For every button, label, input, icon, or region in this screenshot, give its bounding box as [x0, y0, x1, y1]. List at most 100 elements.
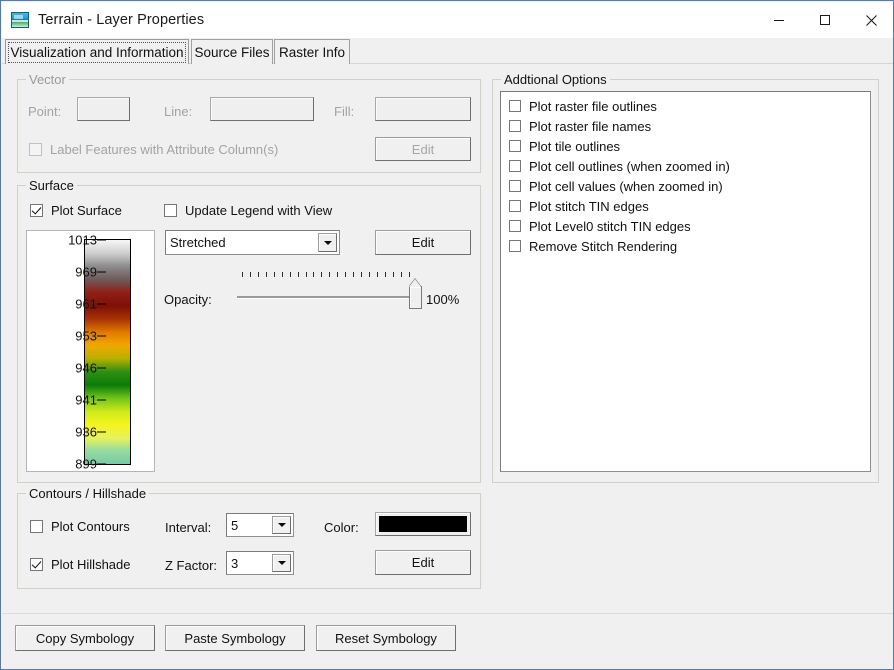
- chevron-down-icon[interactable]: [272, 554, 291, 572]
- fill-color-swatch: [375, 97, 471, 121]
- tab-strip: Visualization and Information Source Fil…: [2, 39, 894, 65]
- reset-symbology-label: Reset Symbology: [335, 631, 437, 646]
- checkbox-box: [30, 520, 43, 533]
- plot-hillshade-checkbox[interactable]: Plot Hillshade: [30, 557, 131, 572]
- surface-group: Surface Plot Surface Update Legend with …: [17, 185, 481, 483]
- opacity-slider-ticks: [242, 272, 410, 277]
- plot-contours-checkbox[interactable]: Plot Contours: [30, 519, 130, 534]
- surface-group-title: Surface: [26, 178, 77, 193]
- option-list-item-label: Plot cell values (when zoomed in): [529, 179, 723, 194]
- contour-color-swatch[interactable]: [375, 512, 471, 536]
- footer-divider: [2, 613, 894, 614]
- surface-edit-button[interactable]: Edit: [375, 230, 471, 255]
- additional-options-listbox[interactable]: Plot raster file outlinesPlot raster fil…: [500, 91, 871, 472]
- option-list-item[interactable]: Plot stitch TIN edges: [501, 196, 870, 216]
- opacity-label: Opacity:: [164, 292, 212, 307]
- option-list-item[interactable]: Plot raster file outlines: [501, 96, 870, 116]
- slider-tick: [313, 272, 314, 277]
- legend-tick-mark: [97, 336, 106, 337]
- z-factor-combo[interactable]: 3: [226, 551, 294, 575]
- slider-tick: [369, 272, 370, 277]
- option-list-item[interactable]: Plot cell outlines (when zoomed in): [501, 156, 870, 176]
- maximize-icon[interactable]: [802, 2, 848, 38]
- interval-label: Interval:: [165, 520, 211, 535]
- checkbox-box[interactable]: [509, 160, 521, 172]
- point-color-fill: [81, 101, 126, 117]
- terrain-raster-icon: [11, 12, 29, 28]
- slider-tick: [345, 272, 346, 277]
- contour-color-fill: [379, 516, 467, 532]
- chevron-down-icon[interactable]: [318, 233, 337, 252]
- checkbox-box[interactable]: [509, 240, 521, 252]
- opacity-slider[interactable]: [237, 272, 417, 310]
- slider-tick: [290, 272, 291, 277]
- interval-combo[interactable]: 5: [226, 513, 294, 537]
- surface-edit-label: Edit: [412, 235, 434, 250]
- paste-symbology-button[interactable]: Paste Symbology: [165, 625, 305, 651]
- checkbox-box[interactable]: [509, 200, 521, 212]
- legend-tick-label: 961: [75, 297, 97, 312]
- surface-legend-panel: 1013969961953946941936899: [26, 230, 155, 472]
- option-list-item[interactable]: Plot tile outlines: [501, 136, 870, 156]
- legend-tick-label: 941: [75, 393, 97, 408]
- contours-edit-button[interactable]: Edit: [375, 550, 471, 575]
- slider-tick: [298, 272, 299, 277]
- checkbox-box: [30, 204, 43, 217]
- point-label: Point:: [28, 104, 61, 119]
- vector-edit-label: Edit: [412, 142, 434, 157]
- chevron-down-icon[interactable]: [272, 516, 291, 534]
- shading-mode-value: Stretched: [166, 235, 318, 250]
- checkbox-box[interactable]: [509, 120, 521, 132]
- window-controls: [756, 2, 894, 38]
- checkbox-box: [29, 143, 42, 156]
- fill-color-fill: [379, 101, 467, 117]
- slider-tick: [377, 272, 378, 277]
- checkbox-box[interactable]: [509, 220, 521, 232]
- checkbox-box[interactable]: [509, 140, 521, 152]
- option-list-item[interactable]: Plot Level0 stitch TIN edges: [501, 216, 870, 236]
- slider-tick: [274, 272, 275, 277]
- slider-tick: [321, 272, 322, 277]
- checkbox-box[interactable]: [509, 180, 521, 192]
- minimize-icon[interactable]: [756, 2, 802, 38]
- tab-visualization-and-information[interactable]: Visualization and Information: [5, 39, 189, 64]
- option-list-item-label: Plot tile outlines: [529, 139, 620, 154]
- option-list-item[interactable]: Plot raster file names: [501, 116, 870, 136]
- paste-symbology-label: Paste Symbology: [184, 631, 285, 646]
- checkbox-box[interactable]: [509, 100, 521, 112]
- vector-group: Vector Point: Line: Fill: Label Features…: [17, 79, 481, 173]
- legend-tick-mark: [97, 464, 106, 465]
- tab-raster-info[interactable]: Raster Info: [274, 39, 350, 64]
- legend-tick-mark: [97, 272, 106, 273]
- opacity-slider-thumb[interactable]: [409, 286, 422, 309]
- contours-hillshade-group: Contours / Hillshade Plot Contours Plot …: [17, 493, 481, 589]
- opacity-slider-track[interactable]: [237, 296, 415, 298]
- option-list-item[interactable]: Plot cell values (when zoomed in): [501, 176, 870, 196]
- close-icon[interactable]: [848, 2, 894, 38]
- additional-options-title: Addtional Options: [501, 72, 610, 87]
- update-legend-checkbox[interactable]: Update Legend with View: [164, 203, 332, 218]
- slider-tick: [393, 272, 394, 277]
- plot-surface-checkbox[interactable]: Plot Surface: [30, 203, 122, 218]
- legend-tick-mark: [97, 400, 106, 401]
- opacity-value: 100%: [426, 292, 459, 307]
- reset-symbology-button[interactable]: Reset Symbology: [316, 625, 456, 651]
- option-list-item-label: Plot Level0 stitch TIN edges: [529, 219, 691, 234]
- option-list-item[interactable]: Remove Stitch Rendering: [501, 236, 870, 256]
- color-label: Color:: [324, 520, 359, 535]
- legend-tick-label: 1013: [68, 233, 97, 248]
- contours-edit-label: Edit: [412, 555, 434, 570]
- tab-source-files[interactable]: Source Files: [191, 39, 273, 64]
- slider-tick: [409, 272, 410, 277]
- slider-tick: [242, 272, 243, 277]
- copy-symbology-button[interactable]: Copy Symbology: [15, 625, 155, 651]
- contours-hillshade-title: Contours / Hillshade: [26, 486, 149, 501]
- slider-tick: [385, 272, 386, 277]
- slider-tick: [353, 272, 354, 277]
- slider-tick: [250, 272, 251, 277]
- additional-options-group: Addtional Options Plot raster file outli…: [492, 79, 879, 483]
- legend-tick-label: 936: [75, 425, 97, 440]
- legend-tick-label: 946: [75, 361, 97, 376]
- slider-tick: [329, 272, 330, 277]
- shading-mode-combo[interactable]: Stretched: [165, 230, 340, 255]
